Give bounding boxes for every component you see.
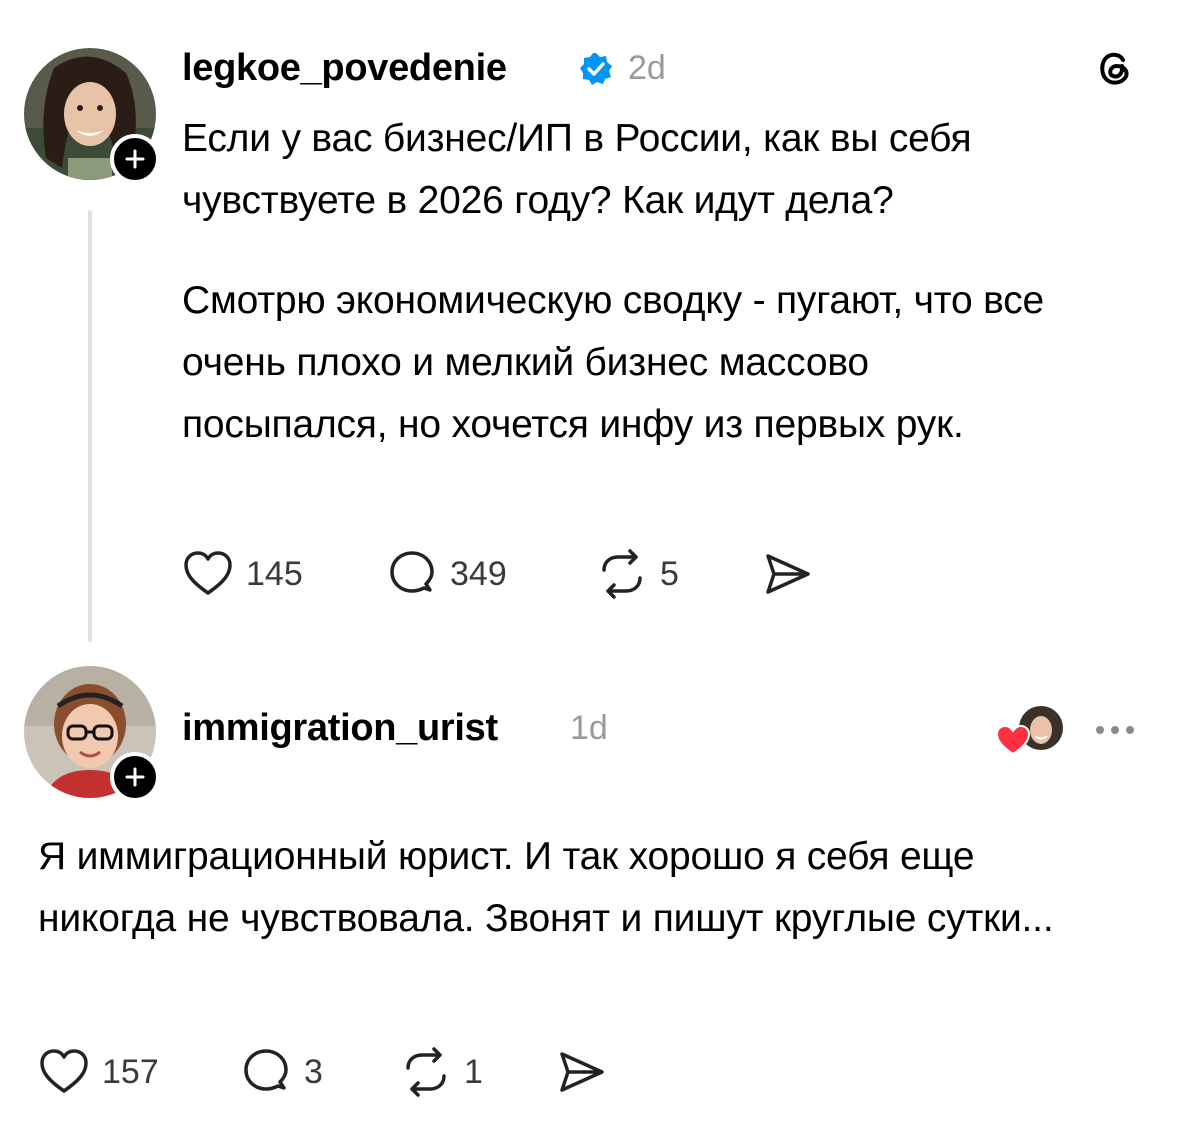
reply-button[interactable]: 3 (240, 1046, 323, 1098)
repost-button[interactable]: 5 (596, 548, 679, 600)
more-dots-icon[interactable] (1096, 726, 1134, 734)
repost-icon (602, 549, 642, 599)
like-count: 157 (102, 1052, 159, 1091)
comment-bubble-icon (244, 1049, 288, 1091)
post-timestamp: 2d (628, 49, 666, 87)
follow-button[interactable] (110, 752, 160, 802)
follow-button[interactable] (110, 134, 160, 184)
plus-icon (125, 767, 145, 787)
post-paragraph-1: Если у вас бизнес/ИП в России, как вы се… (182, 117, 972, 222)
repost-icon (406, 1047, 446, 1097)
send-icon (560, 1052, 604, 1092)
replier-username[interactable]: immigration_urist (182, 706, 498, 750)
like-button[interactable]: 157 (38, 1046, 159, 1098)
plus-icon (125, 149, 145, 169)
comment-bubble-icon (390, 551, 434, 593)
post-body: Если у вас бизнес/ИП в России, как вы се… (182, 108, 1142, 456)
repost-button[interactable]: 1 (400, 1046, 483, 1098)
verified-badge-icon (580, 53, 612, 85)
post-paragraph-2: Смотрю экономическую сводку - пугают, чт… (182, 279, 1045, 446)
thread-connector-line (88, 210, 92, 642)
repost-count: 1 (464, 1052, 483, 1091)
reply-timestamp: 1d (570, 709, 608, 747)
send-icon (766, 554, 810, 594)
reply-count: 3 (304, 1052, 323, 1091)
heart-icon (995, 724, 1031, 756)
threads-logo-icon[interactable] (1093, 46, 1137, 90)
reply-body: Я иммиграционный юрист. И так хорошо я с… (38, 835, 1054, 940)
author-username[interactable]: legkoe_povedenіe (182, 46, 507, 90)
heart-icon (40, 1049, 88, 1093)
share-button[interactable] (762, 548, 814, 600)
like-button[interactable]: 145 (182, 548, 303, 600)
reply-button[interactable]: 349 (386, 548, 507, 600)
share-button[interactable] (556, 1046, 608, 1098)
repost-count: 5 (660, 554, 679, 593)
heart-icon (184, 551, 232, 595)
like-count: 145 (246, 554, 303, 593)
author-liked-indicator (995, 704, 1065, 756)
reply-count: 349 (450, 554, 507, 593)
